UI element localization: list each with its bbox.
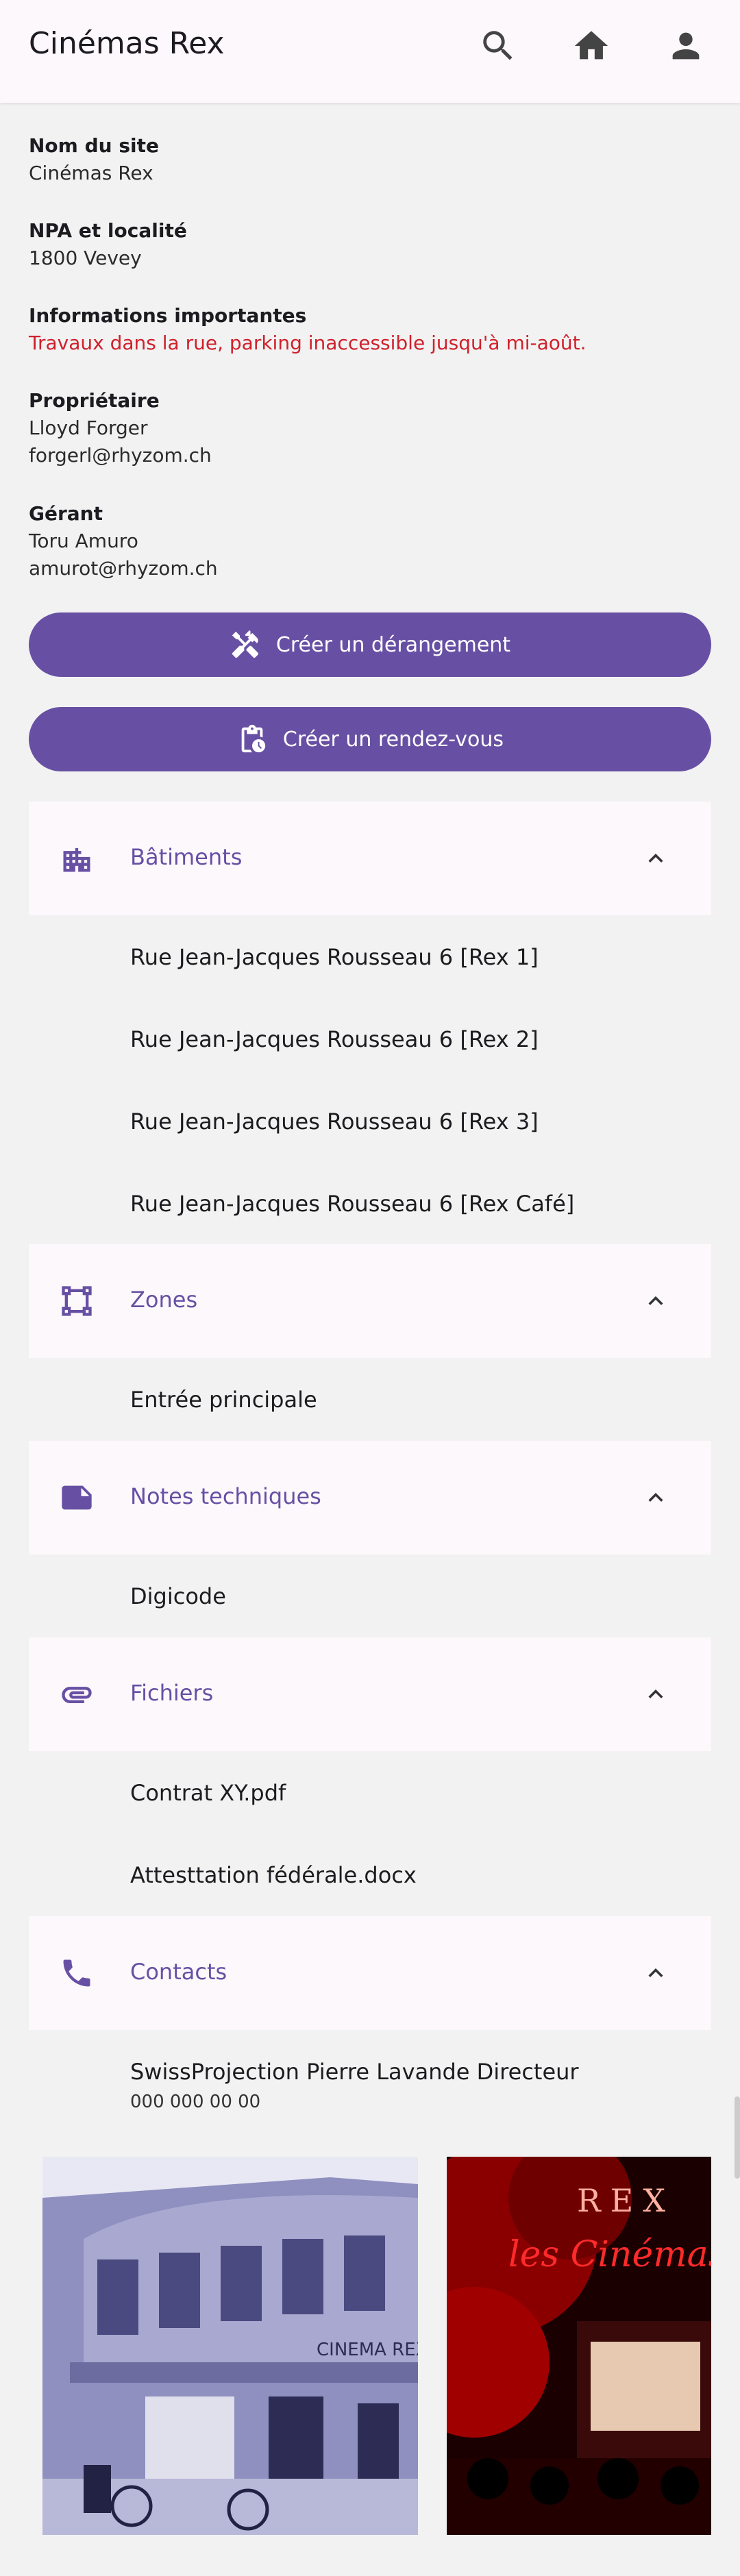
home-icon[interactable] <box>571 26 611 66</box>
section-files-title: Fichiers <box>130 1680 214 1706</box>
building-item[interactable]: Rue Jean-Jacques Rousseau 6 [Rex 2] <box>130 1026 539 1052</box>
section-contacts-header[interactable]: Contacts <box>29 1916 711 2030</box>
chevron-up-icon[interactable] <box>641 1680 670 1709</box>
search-icon[interactable] <box>478 26 518 66</box>
site-photo-neon[interactable]: REX les Cinémas <box>447 2157 711 2535</box>
create-appointment-label: Créer un rendez-vous <box>282 727 504 752</box>
section-files-header[interactable]: Fichiers <box>29 1637 711 1751</box>
create-incident-label: Créer un dérangement <box>275 632 511 657</box>
manager-name: Toru Amuro <box>29 530 138 552</box>
page-title: Cinémas Rex <box>29 26 225 61</box>
building-item[interactable]: Rue Jean-Jacques Rousseau 6 [Rex 1] <box>130 944 539 970</box>
manager-block: Gérant Toru Amuro amurot@rhyzom.ch <box>29 500 714 582</box>
npa-value: 1800 Vevey <box>29 247 142 269</box>
building-item[interactable]: Rue Jean-Jacques Rousseau 6 [Rex Café] <box>130 1191 574 1217</box>
section-zones-title: Zones <box>130 1287 198 1313</box>
zone-select-icon <box>59 1283 95 1319</box>
app-bar: Cinémas Rex <box>0 0 740 103</box>
scrollbar[interactable] <box>735 2096 740 2179</box>
section-buildings-title: Bâtiments <box>130 844 243 870</box>
create-incident-button[interactable]: Créer un dérangement <box>29 612 711 677</box>
section-contacts-title: Contacts <box>130 1959 227 1985</box>
site-name-label: Nom du site <box>29 134 159 157</box>
photo-historic-sign: CINEMA REX <box>317 2340 418 2360</box>
owner-label: Propriétaire <box>29 389 160 412</box>
section-buildings-header[interactable]: Bâtiments <box>29 802 711 915</box>
contact-phone[interactable]: 000 000 00 00 <box>130 2092 260 2112</box>
section-notes-title: Notes techniques <box>130 1483 321 1509</box>
zone-item[interactable]: Entrée principale <box>130 1387 317 1413</box>
important-info-label: Informations importantes <box>29 304 307 327</box>
chevron-up-icon[interactable] <box>641 844 670 873</box>
photo-neon-sign-top: REX <box>577 2182 675 2219</box>
owner-name: Lloyd Forger <box>29 417 148 439</box>
account-icon[interactable] <box>666 26 706 66</box>
note-item[interactable]: Digicode <box>130 1583 226 1609</box>
owner-block: Propriétaire Lloyd Forger forgerl@rhyzom… <box>29 387 714 469</box>
important-info-block: Informations importantes Travaux dans la… <box>29 302 714 357</box>
chevron-up-icon[interactable] <box>641 1959 670 1987</box>
section-zones-header[interactable]: Zones <box>29 1244 711 1358</box>
site-name-value: Cinémas Rex <box>29 162 153 184</box>
photo-neon-sign-script: les Cinémas <box>508 2234 711 2275</box>
file-item[interactable]: Contrat XY.pdf <box>130 1780 286 1806</box>
phone-icon <box>59 1955 95 1991</box>
owner-email[interactable]: forgerl@rhyzom.ch <box>29 442 714 469</box>
npa-label: NPA et localité <box>29 219 187 242</box>
manager-label: Gérant <box>29 502 103 525</box>
tools-icon <box>232 630 259 658</box>
building-icon <box>59 841 95 876</box>
calendar-clock-icon <box>241 724 266 753</box>
building-item[interactable]: Rue Jean-Jacques Rousseau 6 [Rex 3] <box>130 1109 539 1135</box>
site-photo-historic[interactable]: CINEMA REX <box>42 2157 418 2535</box>
manager-email[interactable]: amurot@rhyzom.ch <box>29 555 714 582</box>
npa-block: NPA et localité 1800 Vevey <box>29 217 714 272</box>
file-item[interactable]: Attesttation fédérale.docx <box>130 1862 417 1888</box>
important-info-value: Travaux dans la rue, parking inaccessibl… <box>29 332 587 354</box>
section-notes-header[interactable]: Notes techniques <box>29 1441 711 1555</box>
contact-name[interactable]: SwissProjection Pierre Lavande Directeur <box>130 2059 579 2085</box>
create-appointment-button[interactable]: Créer un rendez-vous <box>29 707 711 771</box>
site-name-block: Nom du site Cinémas Rex <box>29 132 714 187</box>
chevron-up-icon[interactable] <box>641 1483 670 1512</box>
note-icon <box>59 1480 95 1515</box>
attachment-icon <box>59 1676 95 1712</box>
chevron-up-icon[interactable] <box>641 1287 670 1315</box>
